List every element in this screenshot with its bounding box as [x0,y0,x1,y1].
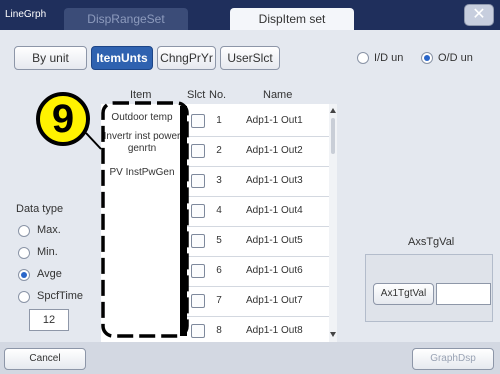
data-type-avg-radio[interactable] [18,269,30,281]
data-type-avg-label: Avge [37,268,62,280]
data-type-label: Data type [16,203,64,215]
axis-target-label: AxsTgVal [408,236,455,248]
data-type-specified-time-radio[interactable] [18,291,30,303]
dashed-highlight-frame [101,101,189,338]
data-type-max-radio[interactable] [18,225,30,237]
graph-display-button[interactable]: GraphDsp [412,348,494,370]
highlight-edge-bar [180,106,187,336]
axis1-target-value-button[interactable]: Ax1TgtVal [373,283,434,305]
data-type-max-label: Max. [37,224,61,236]
callout-number: 9 [51,97,75,141]
data-type-min-label: Min. [37,246,58,258]
data-type-specified-time-label: SpcfTime [37,290,84,302]
line-graph-window: LineGrph DispRangeSet DispItem set ✕ By … [0,0,500,374]
data-type-min-radio[interactable] [18,247,30,259]
axis-target-value-input[interactable] [436,283,491,305]
cancel-button[interactable]: Cancel [4,348,86,370]
specified-time-field[interactable]: 12 [29,309,69,331]
callout-number-badge: 9 [36,92,90,146]
callout-pointer-line [85,132,102,150]
